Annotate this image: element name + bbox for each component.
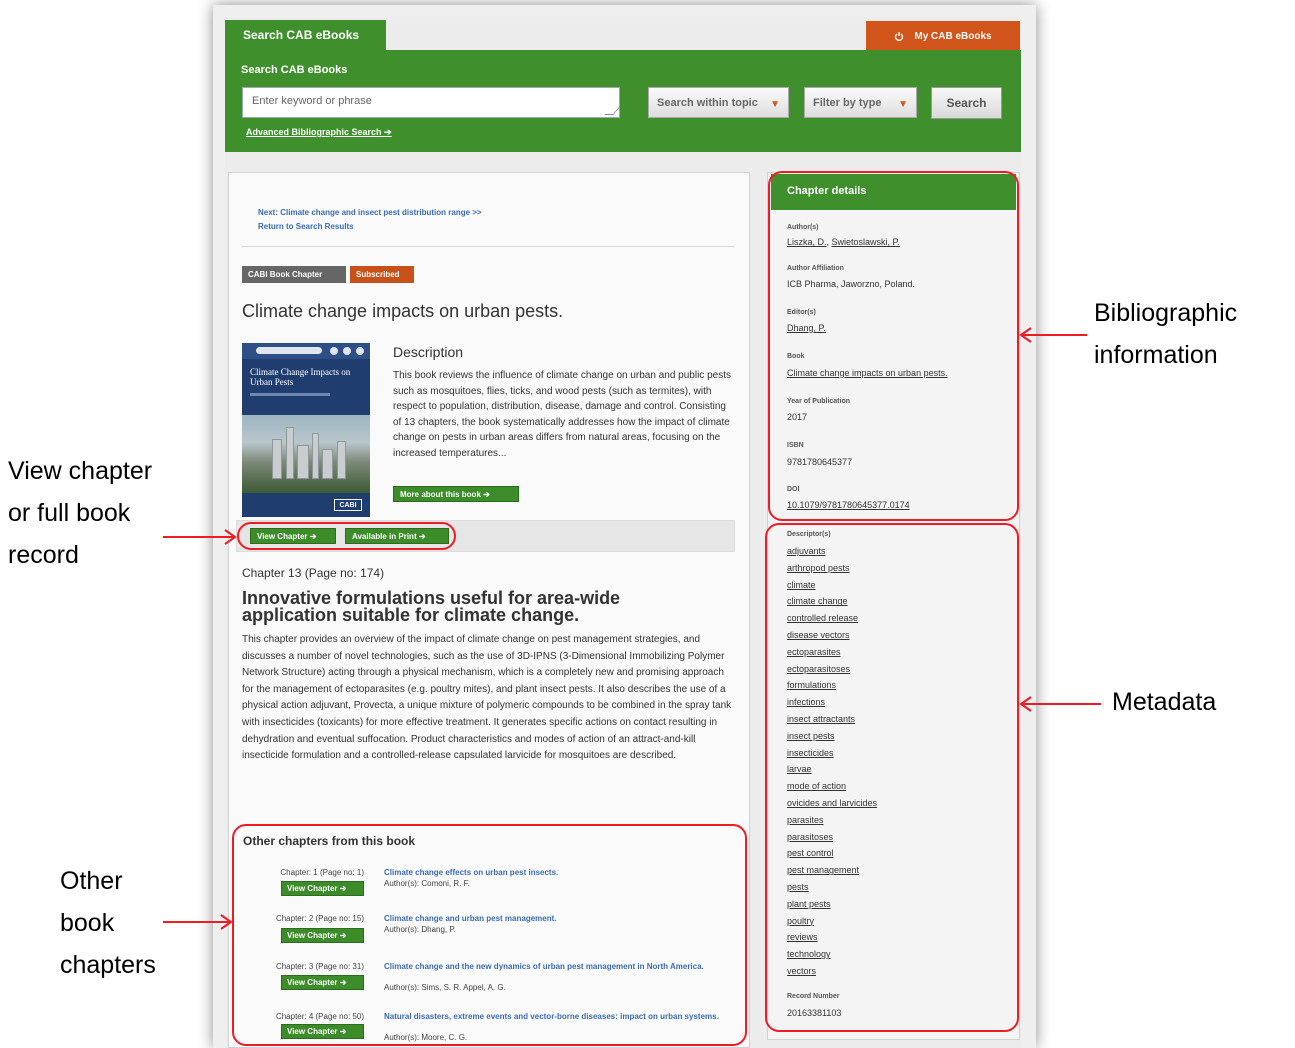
chevron-down-icon: ▼ <box>898 99 908 110</box>
cover-city-photo <box>242 415 370 493</box>
tab-search-ebooks[interactable]: Search CAB eBooks <box>225 20 386 50</box>
callout-view-chapter: View chapter or full book record <box>8 457 153 569</box>
resize-grip-icon[interactable] <box>604 106 621 115</box>
chapter-abstract: This chapter provides an overview of the… <box>242 634 732 762</box>
cover-title: Climate Change Impacts on Urban Pests <box>250 367 351 387</box>
filter-by-type-select[interactable]: Filter by type ▼ <box>804 87 917 118</box>
advanced-search-link[interactable]: Advanced Bibliographic Search ➔ <box>246 127 392 138</box>
filter-by-type-label: Filter by type <box>813 96 882 109</box>
search-panel-label: Search CAB eBooks <box>241 64 348 76</box>
chevron-down-icon: ▼ <box>770 99 780 110</box>
cover-footer: CABI <box>242 493 370 517</box>
cover-dot-icon <box>343 347 351 355</box>
more-about-book-button[interactable]: More about this book ➔ <box>393 486 519 502</box>
search-input[interactable]: Enter keyword or phrase <box>242 87 621 118</box>
book-cover-image[interactable]: Climate Change Impacts on Urban Pests CA… <box>242 343 370 517</box>
cover-url-pill <box>256 347 322 354</box>
chapter-title: Innovative formulations useful for area-… <box>242 588 621 625</box>
callout-other-chapters: Other book chapters <box>60 867 156 979</box>
search-within-topic-select[interactable]: Search within topic ▼ <box>648 87 789 118</box>
divider <box>241 246 735 247</box>
book-title: Climate change impacts on urban pests. <box>242 301 564 321</box>
power-icon <box>895 32 904 41</box>
search-button[interactable]: Search <box>931 87 1002 119</box>
my-ebooks-label: My CAB eBooks <box>914 30 992 42</box>
cover-dot-icon <box>330 347 338 355</box>
callout-bibliographic: Bibliographic information <box>1094 299 1238 369</box>
view-buttons-highlight-box <box>237 522 456 550</box>
bibliographic-highlight-box <box>768 171 1019 521</box>
search-placeholder: Enter keyword or phrase <box>252 95 372 107</box>
search-within-topic-label: Search within topic <box>657 96 758 109</box>
next-chapter-link[interactable]: Next: Climate change and insect pest dis… <box>258 208 482 217</box>
return-to-results-link[interactable]: Return to Search Results <box>258 222 354 231</box>
content-type-badge: CABI Book Chapter <box>242 266 346 283</box>
arrow-other-chapters-icon <box>163 914 233 930</box>
subscribed-badge: Subscribed <box>350 266 414 283</box>
annotated-screenshot: Search CAB eBooks My CAB eBooks Search C… <box>0 0 1295 1048</box>
chapter-number: Chapter 13 (Page no: 174) <box>242 566 385 580</box>
cabi-logo: CABI <box>334 499 362 511</box>
description-text: This book reviews the influence of clima… <box>393 370 731 459</box>
metadata-highlight-box <box>765 523 1019 1032</box>
cover-dot-icon <box>356 347 364 355</box>
cover-editor-line <box>250 393 330 396</box>
arrow-metadata-icon <box>1019 696 1101 712</box>
my-ebooks-button[interactable]: My CAB eBooks <box>866 21 1020 51</box>
search-panel: Search CAB eBooks Enter keyword or phras… <box>225 50 1021 152</box>
callout-metadata: Metadata <box>1112 688 1217 716</box>
arrow-view-chapter-icon <box>163 529 237 545</box>
other-chapters-highlight-box <box>232 824 747 1046</box>
arrow-bibliographic-icon <box>1019 327 1087 343</box>
description-heading: Description <box>393 344 464 360</box>
